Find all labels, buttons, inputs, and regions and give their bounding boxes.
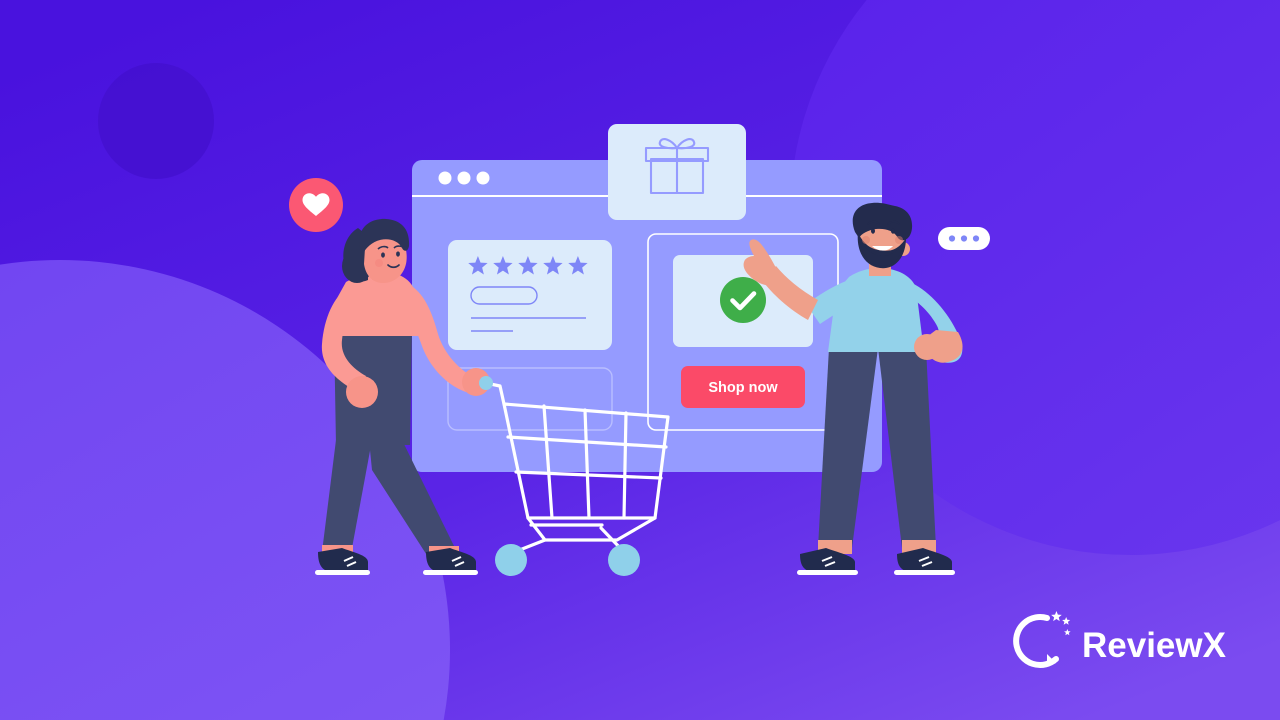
woman-cheek-blush — [375, 259, 383, 267]
decor-circle-top-left — [98, 63, 214, 179]
review-rating-card[interactable] — [448, 240, 612, 350]
like-badge[interactable] — [289, 178, 343, 232]
check-circle-icon — [720, 277, 766, 323]
cart-wheel-right — [608, 544, 640, 576]
reviewx-logo-text: ReviewX — [1082, 626, 1227, 665]
illustration-canvas: Shop now ReviewX — [0, 0, 1280, 720]
browser-dot-1[interactable] — [438, 171, 452, 185]
cart-wheel-left — [495, 544, 527, 576]
shop-now-button[interactable]: Shop now — [681, 366, 805, 408]
typing-indicator-bubble[interactable] — [938, 227, 990, 250]
browser-dot-2[interactable] — [457, 171, 471, 185]
review-card-bg — [448, 240, 612, 350]
gift-promo-card[interactable] — [608, 124, 746, 220]
shop-now-button-label: Shop now — [708, 380, 778, 396]
browser-dot-3[interactable] — [476, 171, 490, 185]
woman-hand-left — [346, 376, 378, 408]
cart-rib-3 — [622, 411, 628, 520]
cart-handle-grip — [479, 376, 493, 390]
ellipsis-icon — [948, 235, 980, 242]
man-hand-right — [914, 334, 940, 360]
